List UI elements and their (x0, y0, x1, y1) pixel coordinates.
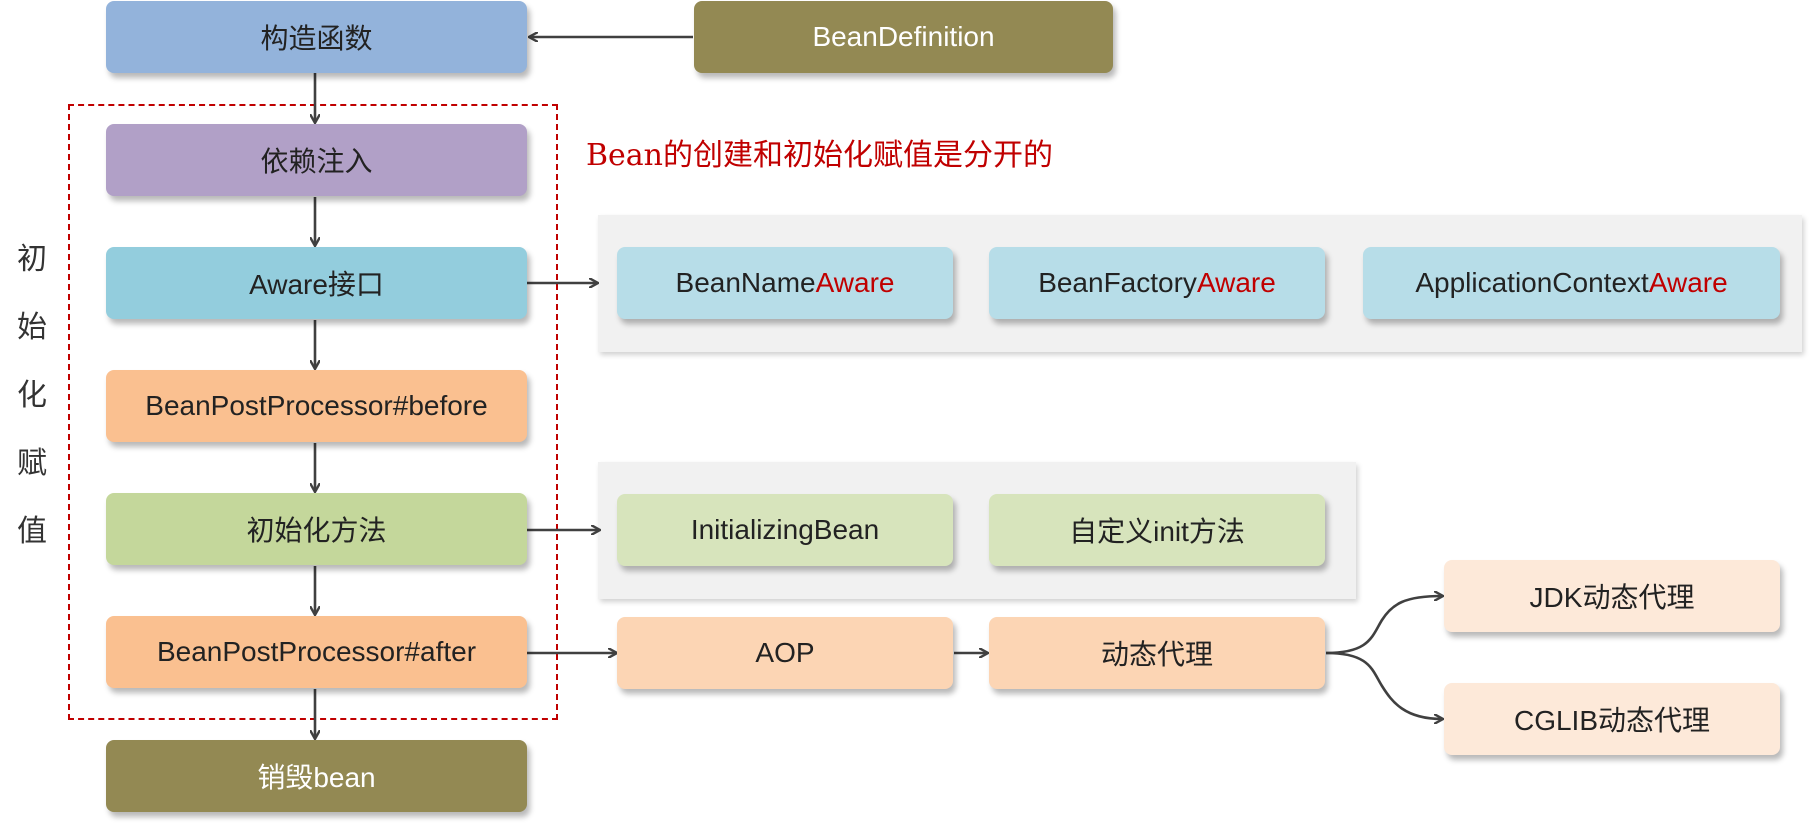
bean-factory-aware-box: BeanFactory Aware (989, 247, 1325, 319)
bean-definition-box: BeanDefinition (694, 1, 1113, 73)
application-context-aware-suffix: Aware (1648, 267, 1728, 298)
arrow-proxy-to-jdk (1325, 596, 1442, 655)
custom-init-box: 自定义init方法 (989, 494, 1325, 566)
init-phase-char: 始 (17, 310, 47, 345)
arrow-proxy-to-cglib (1325, 651, 1442, 719)
bean-lifecycle-diagram: 构造函数 BeanDefinition 依赖注入 Aware接口 BeanPos… (0, 0, 1809, 826)
dependency-injection-box: 依赖注入 (106, 124, 527, 196)
initializing-bean-box: InitializingBean (617, 494, 953, 566)
destroy-bean-box: 销毁bean (106, 740, 527, 812)
aop-box: AOP (617, 617, 953, 689)
constructor-box: 构造函数 (106, 1, 527, 73)
dynamic-proxy-box: 动态代理 (989, 617, 1325, 689)
init-phase-char: 值 (17, 514, 47, 549)
bean-name-aware-box: BeanName Aware (617, 247, 953, 319)
application-context-aware-box: ApplicationContext Aware (1363, 247, 1780, 319)
jdk-proxy-box: JDK动态代理 (1444, 560, 1780, 632)
init-method-box: 初始化方法 (106, 493, 527, 565)
creation-init-note: Bean的创建和初始化赋值是分开的 (586, 138, 1054, 173)
bean-name-aware-prefix: BeanName (675, 267, 816, 298)
bean-name-aware-suffix: Aware (815, 267, 895, 298)
init-phase-label: 初 始 化 赋 值 (14, 226, 50, 566)
init-phase-char: 化 (17, 378, 47, 413)
post-processor-after-box: BeanPostProcessor#after (106, 616, 527, 688)
post-processor-before-box: BeanPostProcessor#before (106, 370, 527, 442)
init-phase-char: 初 (17, 242, 47, 277)
application-context-aware-prefix: ApplicationContext (1415, 267, 1649, 298)
cglib-proxy-box: CGLIB动态代理 (1444, 683, 1780, 755)
bean-factory-aware-prefix: BeanFactory (1038, 267, 1197, 298)
bean-factory-aware-suffix: Aware (1196, 267, 1276, 298)
init-phase-char: 赋 (17, 446, 47, 481)
aware-interface-box: Aware接口 (106, 247, 527, 319)
